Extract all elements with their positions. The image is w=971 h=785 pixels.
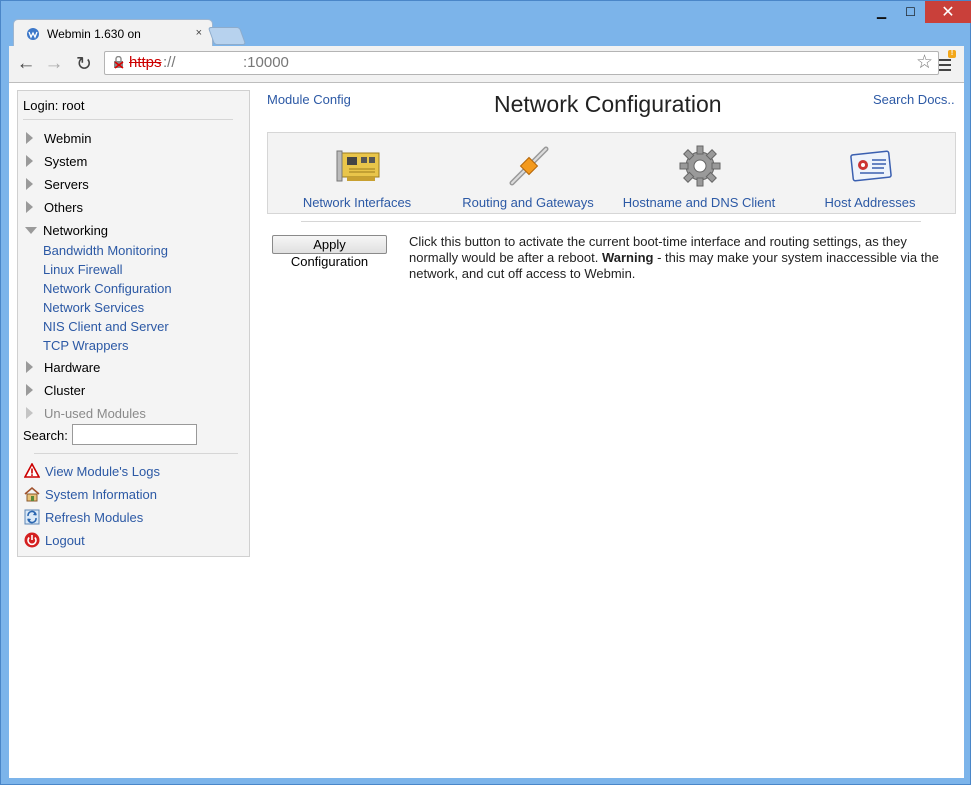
module-icons-panel: Network Interfaces Routing and Gateways xyxy=(267,132,956,214)
network-card-icon xyxy=(336,150,380,182)
insecure-lock-icon xyxy=(114,56,124,69)
window-controls: ▁ ☐ ✕ xyxy=(867,1,971,23)
page-title: Network Configuration xyxy=(494,91,722,117)
divider xyxy=(23,119,233,120)
action-label: System Information xyxy=(45,486,157,502)
network-interfaces-item[interactable]: Network Interfaces xyxy=(271,133,443,213)
back-button[interactable]: ← xyxy=(14,52,38,76)
module-linux-firewall[interactable]: Linux Firewall xyxy=(43,262,122,277)
update-badge-icon: ! xyxy=(948,50,956,58)
tab-close-icon[interactable]: × xyxy=(196,27,202,39)
icon-label: Hostname and DNS Client xyxy=(622,195,776,210)
category-unused-modules[interactable]: Un-used Modules xyxy=(26,404,146,422)
collapsed-arrow-icon xyxy=(26,155,33,167)
collapsed-arrow-icon xyxy=(26,384,33,396)
url-port: :10000 xyxy=(243,54,289,71)
category-label: Un-used Modules xyxy=(44,405,146,421)
category-label: Cluster xyxy=(44,382,86,398)
menu-bar-line xyxy=(939,64,951,66)
apply-description: Click this button to activate the curren… xyxy=(409,234,954,282)
category-label: Hardware xyxy=(44,359,101,375)
collapsed-arrow-icon xyxy=(26,132,33,144)
hostname-dns-client-item[interactable]: Hostname and DNS Client xyxy=(613,133,785,213)
browser-tab[interactable]: Webmin 1.630 on × xyxy=(13,19,213,47)
logout-link[interactable]: Logout xyxy=(24,532,85,548)
search-docs-link[interactable]: Search Docs.. xyxy=(873,92,955,107)
action-label: View Module's Logs xyxy=(45,463,160,479)
host-addresses-item[interactable]: Host Addresses xyxy=(784,133,956,213)
category-label: System xyxy=(44,153,88,169)
routing-icon xyxy=(509,146,549,186)
search-label: Search: xyxy=(23,428,68,443)
house-icon xyxy=(24,486,40,502)
view-module-logs-link[interactable]: View Module's Logs xyxy=(24,463,160,479)
address-card-icon xyxy=(850,150,892,182)
category-servers[interactable]: Servers xyxy=(26,175,89,193)
module-network-configuration[interactable]: Network Configuration xyxy=(43,281,172,296)
system-information-link[interactable]: System Information xyxy=(24,486,157,502)
warning-icon xyxy=(24,463,40,478)
category-others[interactable]: Others xyxy=(26,198,83,216)
warning-text: Warning xyxy=(601,250,654,265)
category-networking[interactable]: Networking xyxy=(25,221,109,239)
module-nis-client-server[interactable]: NIS Client and Server xyxy=(43,319,169,334)
action-label: Logout xyxy=(45,532,85,548)
module-config-link[interactable]: Module Config xyxy=(267,92,351,107)
divider xyxy=(301,221,921,222)
category-hardware[interactable]: Hardware xyxy=(26,358,100,376)
category-webmin[interactable]: Webmin xyxy=(26,129,91,147)
category-label: Networking xyxy=(43,222,109,238)
maximize-button[interactable]: ☐ xyxy=(896,1,925,23)
collapsed-arrow-icon xyxy=(26,407,33,419)
category-system[interactable]: System xyxy=(26,152,87,170)
icon-label: Routing and Gateways xyxy=(462,195,594,210)
routing-gateways-item[interactable]: Routing and Gateways xyxy=(442,133,614,213)
login-label: Login: root xyxy=(23,98,85,113)
icon-label: Network Interfaces xyxy=(302,195,412,210)
bookmark-star-icon[interactable]: ☆ xyxy=(916,52,933,74)
action-label: Refresh Modules xyxy=(45,509,144,525)
module-network-services[interactable]: Network Services xyxy=(43,300,144,315)
category-label: Others xyxy=(44,199,84,215)
address-bar[interactable]: https :// :10000 ☆ xyxy=(104,51,939,75)
refresh-icon xyxy=(24,509,40,525)
url-rest: :// xyxy=(163,54,176,71)
module-search-input[interactable] xyxy=(72,424,197,445)
collapsed-arrow-icon xyxy=(26,361,33,373)
webmin-logo-icon xyxy=(27,27,39,40)
menu-bar-line xyxy=(939,69,951,71)
menu-bar-line xyxy=(939,59,951,61)
tab-title: Webmin 1.630 on xyxy=(47,26,141,41)
category-cluster[interactable]: Cluster xyxy=(26,381,85,399)
collapsed-arrow-icon xyxy=(26,178,33,190)
browser-toolbar: ← → ↻ https :// :10000 ☆ ! xyxy=(9,46,964,83)
collapsed-arrow-icon xyxy=(26,201,33,213)
new-tab-button[interactable] xyxy=(207,27,247,45)
left-navigation-frame: Login: root Webmin System Servers Others… xyxy=(17,90,250,557)
divider xyxy=(34,453,238,454)
apply-configuration-button[interactable]: Apply Configuration xyxy=(272,235,387,269)
expanded-arrow-icon xyxy=(25,226,37,234)
gear-icon xyxy=(679,145,721,187)
minimize-button[interactable]: ▁ xyxy=(867,1,896,23)
page-viewport: Login: root Webmin System Servers Others… xyxy=(9,83,964,778)
refresh-modules-link[interactable]: Refresh Modules xyxy=(24,509,143,525)
close-button[interactable]: ✕ xyxy=(925,1,971,23)
module-bandwidth-monitoring[interactable]: Bandwidth Monitoring xyxy=(43,243,168,258)
forward-button[interactable]: → xyxy=(42,52,66,76)
module-tcp-wrappers[interactable]: TCP Wrappers xyxy=(43,338,129,353)
url-scheme: https xyxy=(129,54,162,71)
browser-menu-button[interactable]: ! xyxy=(937,50,956,74)
icon-label: Host Addresses xyxy=(824,195,916,210)
power-icon xyxy=(24,532,40,548)
category-label: Webmin xyxy=(44,130,92,146)
reload-button[interactable]: ↻ xyxy=(72,52,96,76)
category-label: Servers xyxy=(44,176,89,192)
browser-window: ▁ ☐ ✕ Webmin 1.630 on × ← → ↻ https :// … xyxy=(0,0,971,785)
